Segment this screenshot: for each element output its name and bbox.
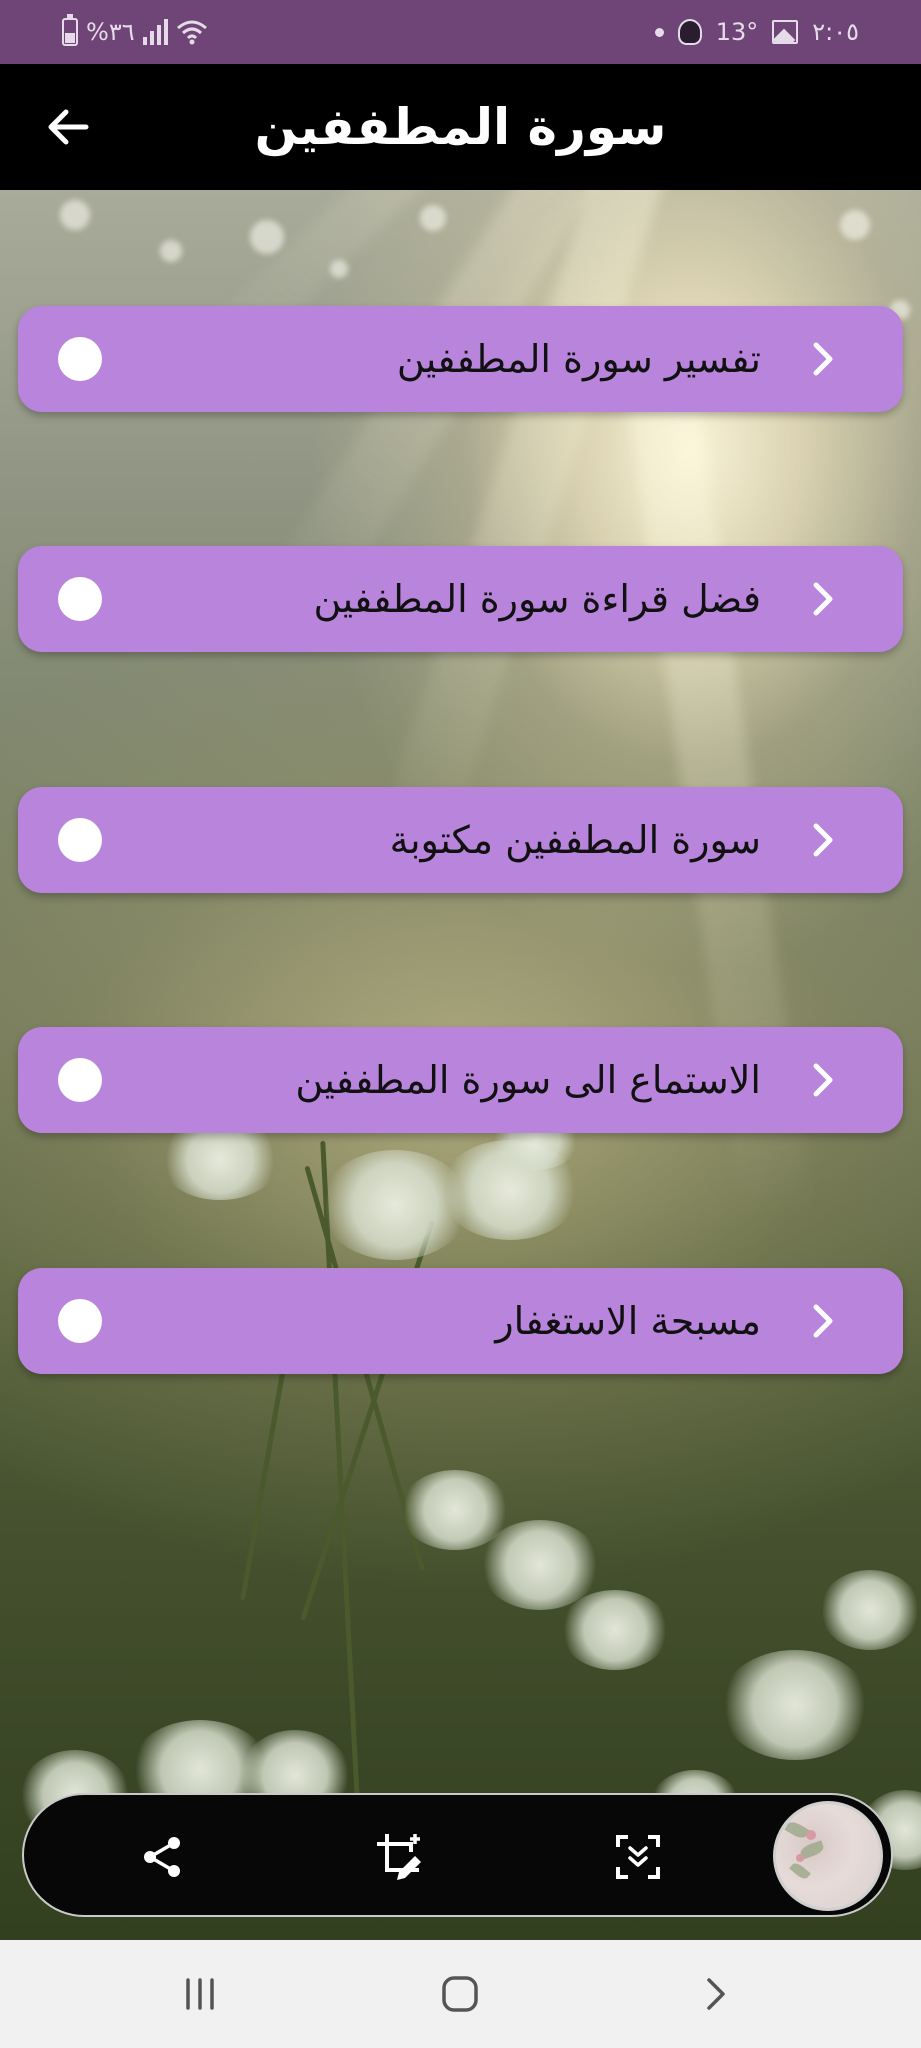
recent-apps-button[interactable] [170, 1964, 230, 2024]
menu-item-label: الاستماع الى سورة المطففين [295, 1058, 761, 1102]
menu-item-tafsir[interactable]: تفسير سورة المطففين [18, 306, 903, 412]
image-thumbnail[interactable] [773, 1801, 883, 1911]
back-button[interactable] [36, 95, 100, 159]
radio-circle-icon [58, 577, 102, 621]
system-back-button[interactable] [686, 1964, 746, 2024]
clock: ٢:٠٥ [812, 18, 859, 46]
menu-item-tasbih[interactable]: مسبحة الاستغفار [18, 1268, 903, 1374]
wifi-icon [176, 20, 207, 45]
signal-icon [142, 19, 168, 45]
crop-edit-icon [377, 1834, 421, 1880]
weather-icon [677, 19, 702, 45]
radio-circle-icon [58, 337, 102, 381]
chevron-right-icon [803, 1060, 843, 1100]
chevron-right-icon [803, 820, 843, 860]
recent-apps-icon [186, 1978, 214, 2010]
chevron-right-icon [803, 1301, 843, 1341]
home-button[interactable] [430, 1964, 490, 2024]
menu-item-label: سورة المطففين مكتوبة [389, 818, 761, 862]
menu-item-virtue[interactable]: فضل قراءة سورة المطففين [18, 546, 903, 652]
menu-item-label: مسبحة الاستغفار [495, 1299, 761, 1343]
status-bar-right: 13° ٢:٠٥ [654, 14, 859, 50]
share-icon [144, 1837, 180, 1877]
crop-edit-button[interactable] [370, 1827, 430, 1887]
menu-item-label: فضل قراءة سورة المطففين [313, 577, 761, 621]
share-button[interactable] [132, 1827, 192, 1887]
system-navigation-bar [0, 1940, 921, 2048]
radio-circle-icon [58, 1299, 102, 1343]
page-title: سورة المطففين [254, 98, 667, 156]
menu-item-listen[interactable]: الاستماع الى سورة المطففين [18, 1027, 903, 1133]
status-bar-left: %٣٦ [62, 14, 208, 50]
chevron-right-icon [803, 579, 843, 619]
screenshot-toolbar [22, 1793, 893, 1917]
arrow-left-icon [48, 109, 89, 145]
home-icon [442, 1976, 478, 2012]
battery-icon [62, 14, 78, 46]
menu-item-written[interactable]: سورة المطففين مكتوبة [18, 787, 903, 893]
radio-circle-icon [58, 818, 102, 862]
scroll-capture-icon [616, 1835, 660, 1879]
menu-item-label: تفسير سورة المطففين [396, 337, 761, 381]
temperature: 13° [715, 18, 759, 46]
notification-dot-icon [654, 27, 664, 37]
scroll-capture-button[interactable] [608, 1827, 668, 1887]
back-icon [707, 1978, 725, 2010]
gallery-icon [772, 20, 799, 44]
status-bar: %٣٦ 13° ٢:٠٥ [0, 0, 921, 64]
chevron-right-icon [803, 339, 843, 379]
battery-percentage: %٣٦ [86, 18, 135, 46]
app-bar: سورة المطففين [0, 64, 921, 190]
radio-circle-icon [58, 1058, 102, 1102]
